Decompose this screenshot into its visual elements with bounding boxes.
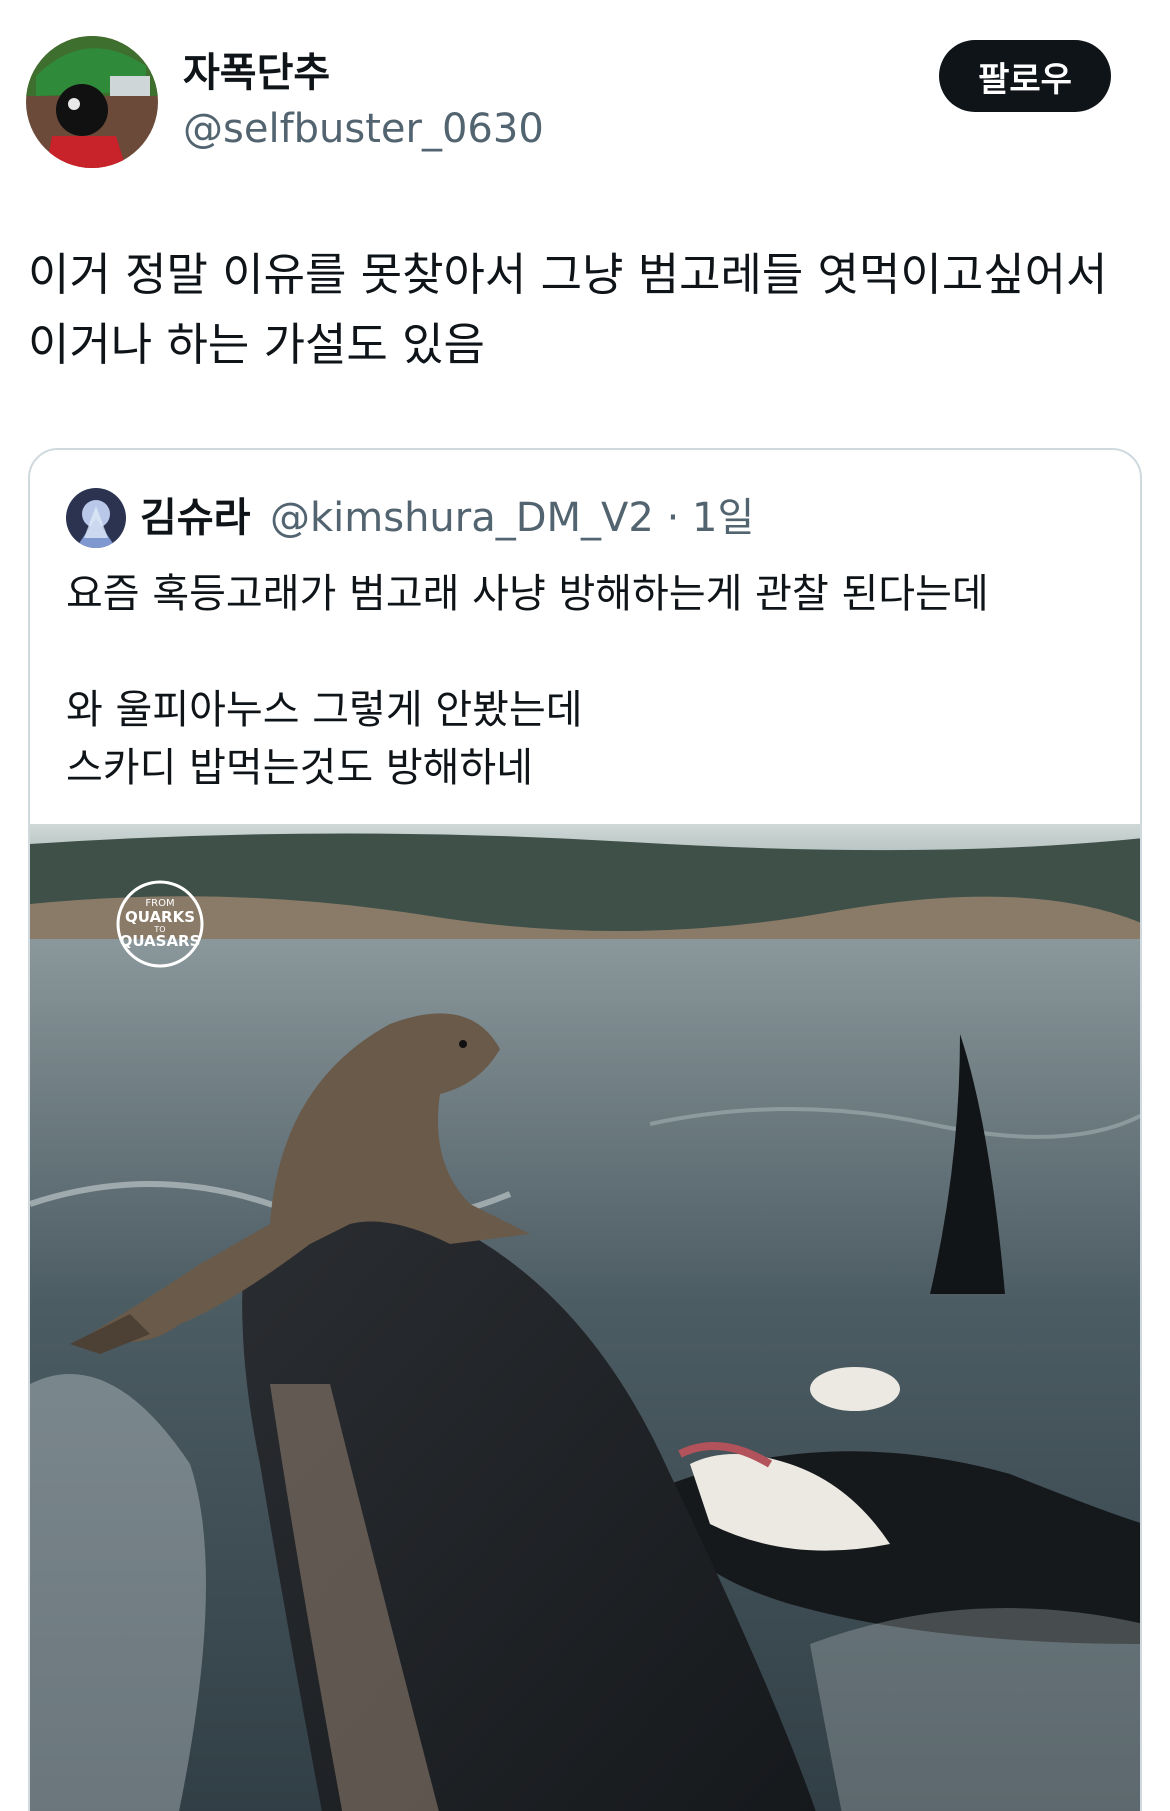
- quoted-tweet-time: 1일: [692, 495, 755, 541]
- quoted-author-avatar: [66, 488, 126, 548]
- quoted-author-name: 김슈라: [140, 495, 251, 541]
- author-avatar[interactable]: [26, 36, 158, 168]
- avatar-icon: [66, 488, 126, 548]
- author-handle[interactable]: @selfbuster_0630: [183, 104, 544, 154]
- watermark-text: QUASARS: [120, 932, 201, 950]
- meta-separator: ·: [666, 495, 680, 541]
- tweet-header: 자폭단추 @selfbuster_0630 팔로우: [0, 0, 1170, 180]
- quoted-text-line: 와 울피아누스 그렇게 안봤는데: [66, 687, 583, 733]
- quoted-author-handle: @kimshura_DM_V2: [270, 495, 654, 541]
- quoted-text-line: 스카디 밥먹는것도 방해하네: [66, 745, 534, 791]
- quoted-media-image[interactable]: FROM QUARKS TO QUASARS: [30, 824, 1140, 1811]
- ocean-whales-photo: FROM QUARKS TO QUASARS: [30, 824, 1140, 1811]
- quoted-author-meta: @kimshura_DM_V2 · 1일: [270, 492, 754, 544]
- quoted-text-line: 요즘 혹등고래가 범고래 사냥 방해하는게 관찰 된다는데: [66, 571, 989, 617]
- watermark-text: QUARKS: [125, 908, 195, 926]
- avatar-icon: [26, 36, 158, 168]
- author-display-name[interactable]: 자폭단추: [183, 48, 330, 98]
- follow-button[interactable]: 팔로우: [939, 40, 1111, 112]
- quoted-tweet[interactable]: 김슈라 @kimshura_DM_V2 · 1일 요즘 혹등고래가 범고래 사냥…: [28, 448, 1142, 1811]
- tweet-text: 이거 정말 이유를 못찾아서 그냥 범고레들 엿먹이고싶어서 이거나 하는 가설…: [28, 248, 1108, 371]
